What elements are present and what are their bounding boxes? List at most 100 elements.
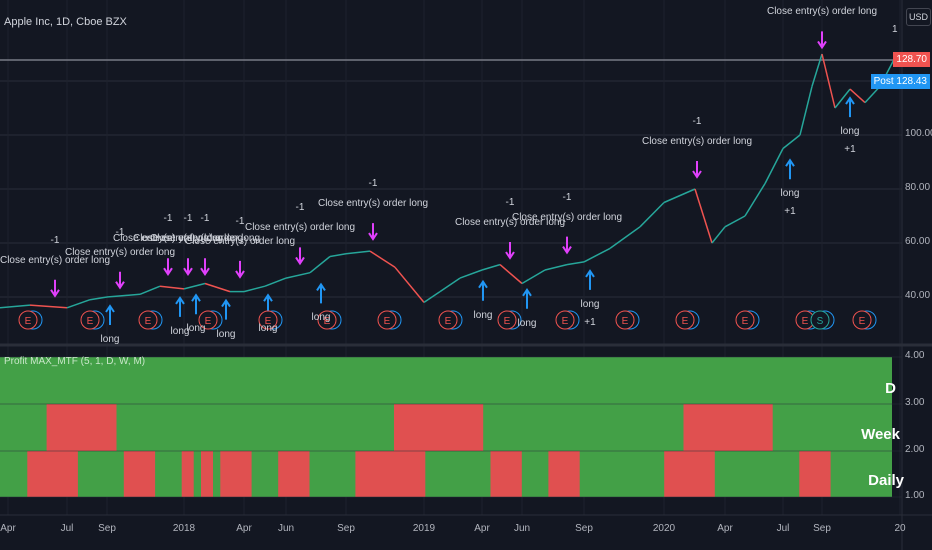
daily-bear-bar (799, 451, 831, 497)
price-chart[interactable]: EEEEEEEEEEEEEESE (0, 0, 932, 550)
post-label: Post (873, 76, 894, 87)
event-letter: E (25, 316, 32, 327)
long-qty: +1 (784, 206, 796, 218)
close-arrow-icon (235, 260, 245, 279)
price-segment (566, 261, 585, 266)
post-price-badge: Post 128.43 (870, 74, 930, 89)
time-tick: Apr (236, 523, 252, 534)
currency-button[interactable]: USD (906, 8, 932, 26)
price-segment (544, 263, 568, 271)
time-tick: Jun (277, 523, 295, 534)
time-tick: Sep (575, 523, 593, 534)
daily-bear-bar (278, 451, 310, 497)
time-tick: Sep (337, 523, 355, 534)
long-arrow-icon (478, 279, 488, 301)
long-arrow-icon (191, 293, 201, 315)
time-tick: 20 (894, 523, 906, 534)
time-tick: Apr (0, 523, 16, 534)
daily-bear-bar (181, 451, 194, 497)
row-label-monthly: D (885, 380, 896, 397)
close-arrow-icon (115, 271, 125, 290)
price-segment (66, 298, 91, 309)
price-tick: 60.00 (905, 236, 931, 247)
price-segment (694, 188, 713, 244)
close-qty: -1 (183, 213, 193, 225)
event-letter: E (859, 316, 866, 327)
long-label: long (780, 188, 800, 200)
price-segment (711, 226, 726, 244)
long-label: long (840, 126, 860, 138)
price-segment (29, 304, 68, 309)
price-segment (744, 183, 766, 217)
close-arrow-icon (163, 258, 173, 277)
event-letter: E (445, 316, 452, 327)
price-segment (243, 285, 266, 293)
close-qty: -1 (505, 197, 515, 208)
long-arrow-icon (522, 287, 532, 309)
price-segment (369, 250, 396, 268)
long-label: long (186, 323, 206, 335)
close-qty: -1 (163, 213, 173, 225)
time-tick: Apr (474, 523, 490, 534)
price-segment (183, 282, 206, 290)
price-segment (663, 188, 696, 204)
close-qty: -1 (368, 178, 378, 190)
time-tick: 2020 (652, 523, 676, 534)
long-arrow-icon (785, 158, 795, 180)
long-arrow-icon (221, 298, 231, 320)
time-tick: Jun (513, 523, 531, 534)
long-arrow-icon (175, 296, 185, 317)
price-segment (329, 253, 347, 258)
close-arrow-icon (50, 279, 60, 298)
long-arrow-icon (585, 269, 595, 290)
chart-window: EEEEEEEEEEEEEESE Apple Inc, 1D, Cboe BZX… (0, 0, 932, 550)
long-label: long (517, 317, 537, 329)
price-segment (782, 134, 801, 150)
daily-bear-bar (201, 451, 213, 497)
price-segment (264, 277, 287, 287)
long-label: long (216, 328, 236, 340)
close-label: Close entry(s) order long (641, 136, 753, 147)
price-segment (799, 86, 813, 136)
close-label: Close entry(s) order long (766, 6, 878, 18)
close-label: Close entry(s) order long (244, 222, 356, 234)
price-segment (811, 53, 823, 87)
long-qty: +1 (584, 316, 596, 328)
close-arrow-icon (505, 242, 515, 260)
time-tick: Sep (813, 523, 831, 534)
indicator-tick: 1.00 (905, 490, 925, 501)
price-segment (459, 269, 483, 279)
event-letter: E (384, 316, 391, 327)
price-segment (609, 226, 641, 250)
time-tick: Apr (717, 523, 733, 534)
indicator-tick: 2.00 (905, 444, 925, 455)
long-label: long (311, 312, 331, 324)
close-qty: -1 (50, 234, 60, 246)
price-segment (285, 271, 311, 279)
close-arrow-icon (562, 236, 572, 255)
weekly-bear-bar (683, 404, 773, 451)
event-letter: E (742, 316, 749, 327)
close-arrow-icon (692, 161, 702, 179)
price-segment (204, 282, 231, 293)
time-tick: 2018 (172, 523, 196, 534)
close-label: Close entry(s) order long (317, 198, 429, 210)
daily-bear-bar (220, 451, 252, 497)
price-tick: 80.00 (905, 182, 931, 193)
long-arrow-icon (316, 282, 326, 304)
price-segment (481, 263, 501, 271)
long-label: long (580, 298, 600, 310)
price-segment (139, 285, 161, 295)
price-segment (499, 264, 523, 285)
close-arrow-icon (368, 223, 378, 241)
event-letter: E (682, 316, 689, 327)
long-label: long (100, 334, 120, 345)
event-letter: E (802, 316, 809, 327)
daily-bear-bar (355, 451, 426, 497)
row-label-weekly: Week (861, 426, 900, 443)
weekly-bear-bar (394, 404, 484, 451)
price-segment (159, 285, 185, 290)
price-segment (583, 247, 611, 263)
long-arrow-icon (845, 96, 855, 118)
close-arrow-icon (183, 258, 193, 277)
